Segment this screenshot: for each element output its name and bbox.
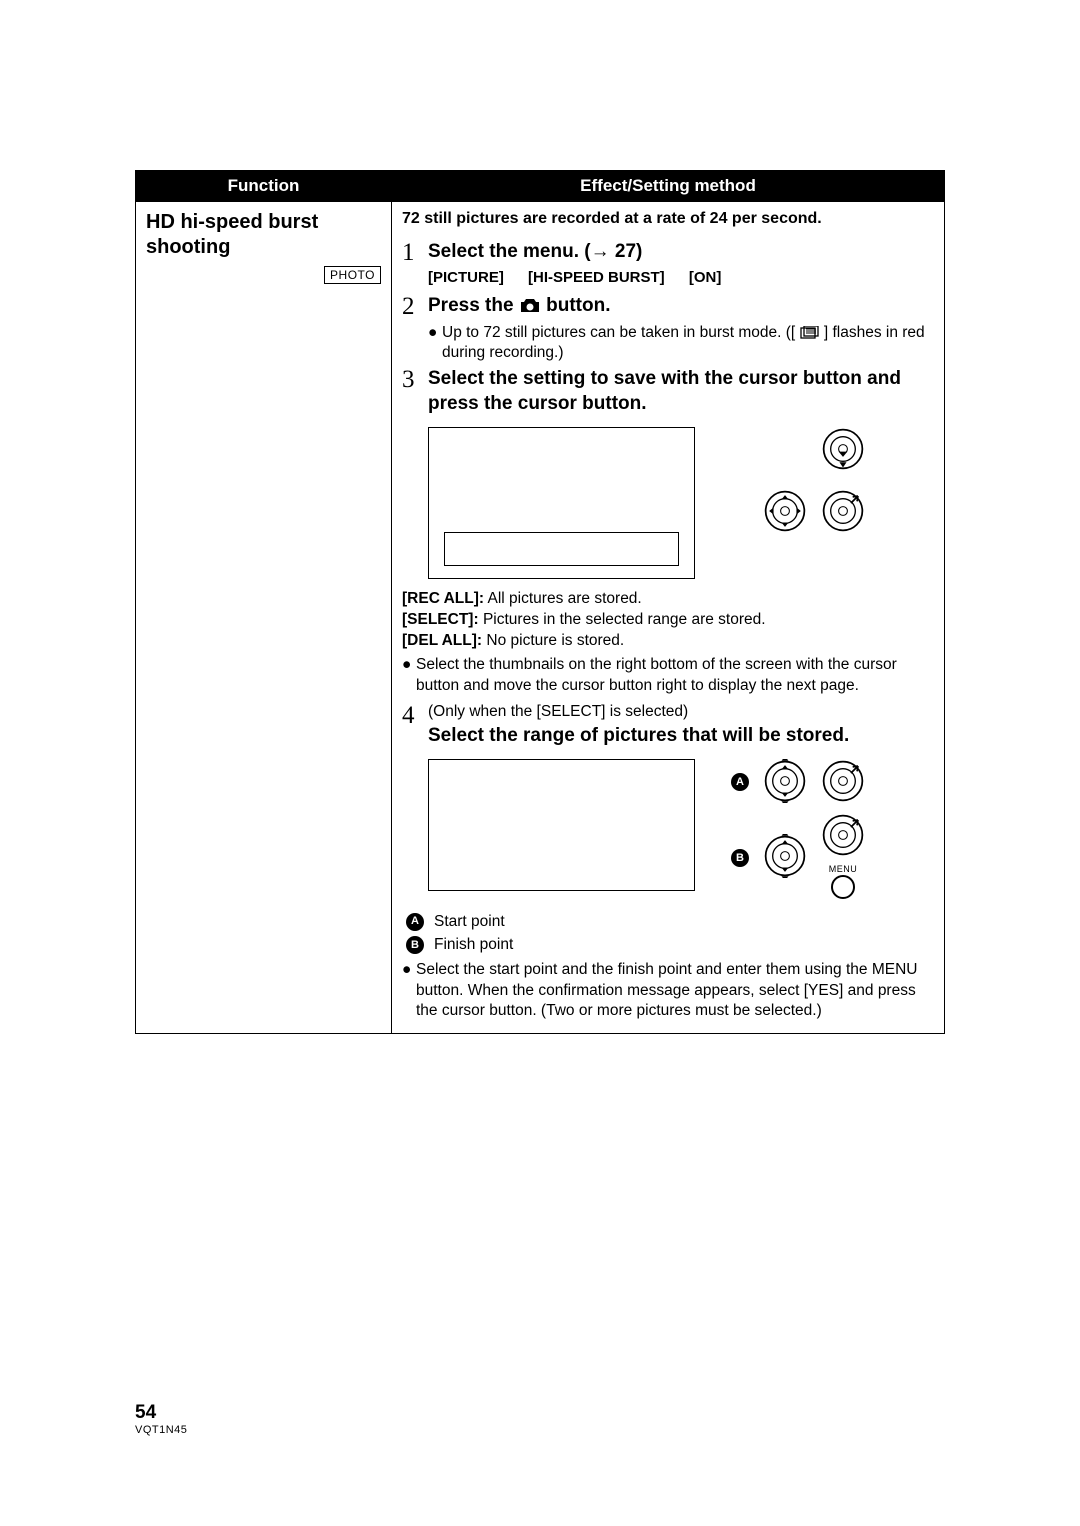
function-title: HD hi-speed burst shooting (146, 210, 381, 260)
document-id: VQT1N45 (135, 1424, 187, 1436)
step-4-title: Select the range of pictures that will b… (428, 724, 934, 749)
page-number: 54 (135, 1402, 187, 1424)
legend-list: A Start point B Finish point (406, 910, 934, 957)
header-effect: Effect/Setting method (392, 171, 945, 202)
cursor-press-icon (821, 813, 865, 857)
menu-path: [PICTURE] [HI-SPEED BURST] [ON] (428, 269, 934, 286)
cursor-cross-icon (763, 489, 807, 533)
step-1-title: Select the menu. (→ 27) (428, 241, 642, 262)
camera-icon (519, 298, 541, 314)
effect-cell: 72 still pictures are recorded at a rate… (392, 202, 945, 1034)
arrow-icon: → (591, 241, 610, 262)
menu-caption: MENU (821, 864, 865, 874)
cursor-press-icon (821, 489, 865, 533)
marker-b: B (406, 936, 424, 954)
step-2-title: Press the button. (428, 295, 610, 316)
marker-a: A (731, 773, 749, 791)
photo-tag: PHOTO (324, 266, 381, 284)
marker-a: A (406, 913, 424, 931)
header-function: Function (136, 171, 392, 202)
figure-step-3 (428, 427, 934, 579)
screen-diagram (428, 427, 695, 579)
burst-indicator-icon (800, 326, 820, 340)
step-number: 3 (402, 367, 428, 392)
step-3-title: Select the setting to save with the curs… (428, 368, 901, 414)
page-footer: 54 VQT1N45 (135, 1402, 187, 1436)
legend-b-text: Finish point (434, 933, 513, 956)
cursor-press-icon (821, 759, 865, 803)
options-block: [REC ALL]: All pictures are stored. [SEL… (402, 589, 934, 698)
cursor-down-icon (821, 427, 865, 471)
menu-button-icon (821, 874, 865, 900)
step-3: 3 Select the setting to save with the cu… (402, 367, 934, 416)
function-cell: HD hi-speed burst shooting PHOTO (136, 202, 392, 1034)
cursor-updown-icon (763, 834, 807, 878)
step-2-note: ● Up to 72 still pictures can be taken i… (428, 323, 934, 363)
cursor-updown-icon (763, 759, 807, 803)
step-2: 2 Press the button. (402, 294, 934, 319)
function-table: Function Effect/Setting method HD hi-spe… (135, 170, 945, 1034)
step-1: 1 Select the menu. (→ 27) (402, 240, 934, 265)
lead-text: 72 still pictures are recorded at a rate… (402, 210, 934, 228)
step-number: 2 (402, 294, 428, 319)
step-number: 1 (402, 240, 428, 265)
screen-diagram (428, 759, 695, 891)
figure-step-4: A (428, 759, 934, 900)
step-4: 4 (Only when the [SELECT] is selected) S… (402, 703, 934, 749)
step-number: 4 (402, 703, 428, 728)
step-4-sub: (Only when the [SELECT] is selected) (428, 703, 934, 721)
legend-a-text: Start point (434, 910, 505, 933)
marker-b: B (731, 849, 749, 867)
step-4-note: ● Select the start point and the finish … (402, 960, 934, 1020)
